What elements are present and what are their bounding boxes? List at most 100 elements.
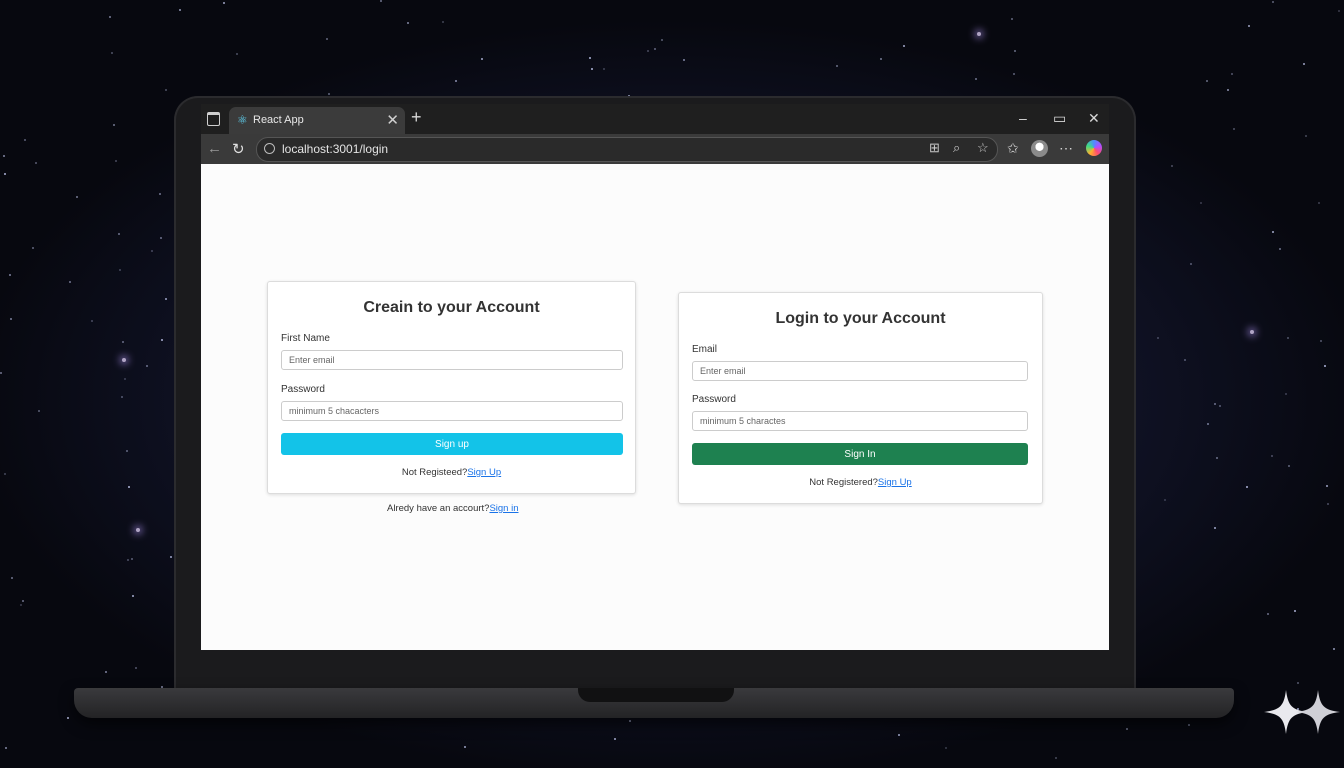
star <box>4 473 6 475</box>
star <box>131 558 133 560</box>
page-viewport: Creain to your Account First Name Passwo… <box>201 164 1109 650</box>
star <box>1184 359 1186 361</box>
star <box>1014 50 1016 52</box>
tab-close-icon[interactable]: ✕ <box>386 111 399 129</box>
star <box>1200 202 1202 204</box>
star <box>1288 465 1290 467</box>
login-footer-link[interactable]: Sign Up <box>878 477 912 488</box>
star <box>9 274 11 276</box>
star <box>481 58 483 60</box>
tab-bar: ⚛ React App ✕ + – ▭ ✕ <box>201 104 1109 134</box>
signup-title: Creain to your Account <box>363 299 540 316</box>
star <box>661 39 663 41</box>
address-url: localhost:3001/login <box>282 142 389 156</box>
signup-footer-text: Not Registeed? <box>401 467 468 478</box>
star <box>170 556 172 558</box>
tab-title: React App <box>253 114 304 126</box>
profile-avatar[interactable] <box>1031 140 1048 157</box>
sign-in-button[interactable]: Sign In <box>692 443 1028 465</box>
star <box>1248 25 1250 27</box>
star <box>0 372 2 374</box>
star <box>1305 135 1307 137</box>
star <box>11 577 13 579</box>
first-name-input[interactable] <box>281 350 623 370</box>
star <box>1327 503 1329 505</box>
star <box>442 21 444 23</box>
sign-in-link[interactable]: Sign in <box>489 503 518 514</box>
star <box>128 486 130 488</box>
star <box>903 45 905 47</box>
apps-icon[interactable]: ⊞ <box>929 140 940 156</box>
back-icon[interactable]: ← <box>207 140 222 157</box>
signup-password-input[interactable] <box>281 401 623 421</box>
star <box>3 155 5 157</box>
star <box>1285 393 1287 395</box>
browser-toolbar: ← ↻ localhost:3001/login ⊞ ⌕ ☆ ✩ ⋯ <box>201 134 1109 164</box>
already-account-text: Alredy have an accourt? <box>387 503 490 514</box>
star <box>945 747 947 749</box>
workspaces-icon[interactable] <box>207 112 220 126</box>
tab-react-app[interactable]: ⚛ React App ✕ <box>229 107 405 134</box>
star <box>1279 248 1281 250</box>
star <box>591 68 593 70</box>
star <box>20 604 22 606</box>
star <box>121 396 123 398</box>
star <box>1272 231 1274 233</box>
star <box>118 233 120 235</box>
email-input[interactable] <box>692 361 1028 381</box>
address-bar[interactable]: localhost:3001/login ⊞ ⌕ ☆ <box>256 137 998 162</box>
star <box>4 173 6 175</box>
star <box>1233 128 1235 130</box>
bright-star <box>1250 330 1254 334</box>
star <box>1272 1 1274 3</box>
login-footer: Not Registered?Sign Up <box>679 477 1042 488</box>
restore-icon[interactable]: ▭ <box>1053 110 1066 127</box>
sign-up-button[interactable]: Sign up <box>281 433 623 455</box>
star <box>236 53 238 55</box>
star <box>132 595 134 597</box>
star <box>1219 405 1221 407</box>
first-name-label: First Name <box>281 333 330 344</box>
login-card: Login to your Account Email Password Sig… <box>678 292 1043 504</box>
new-tab-icon[interactable]: + <box>411 107 422 128</box>
favorite-star-icon[interactable]: ☆ <box>977 140 989 156</box>
signup-footer-link[interactable]: Sign Up <box>467 467 501 478</box>
star <box>126 450 128 452</box>
already-account-note: Alredy have an accourt?Sign in <box>387 503 519 514</box>
star <box>836 65 838 67</box>
signup-password-label: Password <box>281 384 325 395</box>
bright-star <box>977 32 981 36</box>
favorites-icon[interactable]: ✩ <box>1007 140 1019 157</box>
site-info-icon[interactable] <box>264 143 275 154</box>
login-password-input[interactable] <box>692 411 1028 431</box>
more-menu-icon[interactable]: ⋯ <box>1059 140 1073 157</box>
bright-star <box>136 528 140 532</box>
login-password-label: Password <box>692 394 736 405</box>
copilot-icon[interactable] <box>1086 140 1102 156</box>
star <box>1206 80 1208 82</box>
refresh-icon[interactable]: ↻ <box>232 140 245 158</box>
star <box>109 16 111 18</box>
close-window-icon[interactable]: ✕ <box>1088 110 1100 127</box>
star <box>603 68 605 70</box>
star <box>35 162 37 164</box>
star <box>455 80 457 82</box>
star <box>1246 486 1248 488</box>
star <box>1157 337 1159 339</box>
zoom-icon[interactable]: ⌕ <box>953 140 960 156</box>
star <box>111 52 113 54</box>
browser-window: ⚛ React App ✕ + – ▭ ✕ ← ↻ localhost:3001… <box>201 104 1109 650</box>
star <box>160 237 162 239</box>
bright-star <box>122 358 126 362</box>
star <box>1171 165 1173 167</box>
star <box>589 57 591 59</box>
minimize-icon[interactable]: – <box>1019 110 1027 126</box>
star <box>1164 499 1166 501</box>
star <box>1303 63 1305 65</box>
star <box>1231 73 1233 75</box>
star <box>135 667 137 669</box>
star <box>1214 527 1216 529</box>
star <box>165 298 167 300</box>
star <box>380 0 382 2</box>
sparkle-icon <box>1264 690 1340 734</box>
